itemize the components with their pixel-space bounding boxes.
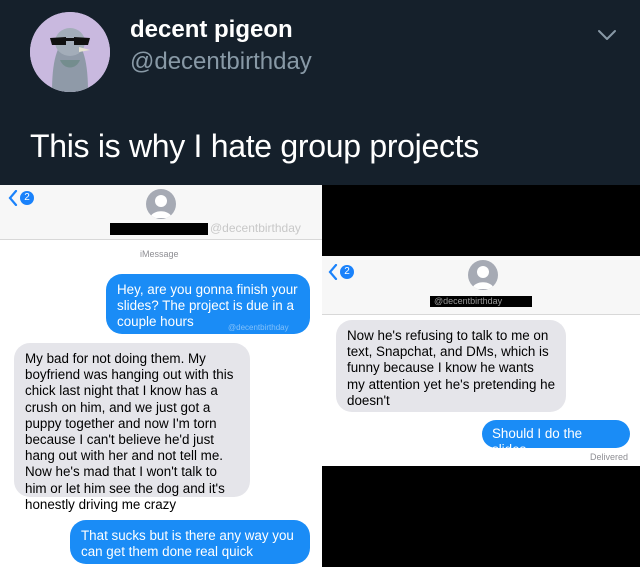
back-button[interactable]: 2 — [8, 190, 34, 206]
unread-badge: 2 — [340, 265, 354, 279]
tweet-text: This is why I hate group projects — [30, 128, 479, 164]
back-button[interactable]: 2 — [328, 264, 354, 280]
sent-message[interactable]: Should I do the slides — [482, 420, 630, 457]
pigeon-avatar-icon — [30, 12, 110, 92]
watermark: @decentbirthday — [210, 221, 301, 235]
contact-avatar[interactable] — [468, 260, 498, 290]
delivered-status: Delivered — [590, 452, 629, 462]
chevron-left-icon — [328, 264, 338, 280]
message-text: My bad for not doing them. My boyfriend … — [25, 351, 234, 512]
display-name[interactable]: decent pigeon — [130, 16, 293, 44]
conversation-header: 2 @decentbirthday — [322, 256, 640, 315]
watermark: @decentbirthday — [434, 296, 503, 306]
black-background — [322, 185, 640, 256]
contact-avatar[interactable] — [146, 189, 176, 219]
sent-message[interactable]: That sucks but is there any way you can … — [70, 520, 310, 564]
black-background — [322, 466, 640, 567]
chevron-left-icon — [8, 190, 18, 206]
user-handle[interactable]: @decentbirthday — [130, 48, 312, 76]
message-text: Should I do the slides — [492, 426, 583, 458]
right-message-screenshot: 2 @decentbirthday Now he's refusing to t… — [322, 256, 640, 466]
imessage-label: iMessage — [140, 249, 179, 259]
left-message-screenshot: 2 @decentbirthday iMessage Hey, are you … — [0, 185, 322, 567]
redacted-name — [110, 223, 208, 235]
conversation-header: 2 @decentbirthday — [0, 185, 322, 240]
received-message[interactable]: Now he's refusing to talk to me on text,… — [336, 320, 566, 412]
message-text: That sucks but is there any way you can … — [81, 528, 294, 560]
person-icon — [472, 266, 494, 289]
received-message[interactable]: My bad for not doing them. My boyfriend … — [14, 343, 250, 512]
person-icon — [150, 195, 172, 218]
message-text: Now he's refusing to talk to me on text,… — [347, 328, 556, 408]
avatar[interactable] — [30, 12, 110, 92]
watermark: @decentbirthday — [228, 323, 289, 332]
chevron-down-icon[interactable] — [596, 24, 618, 46]
unread-badge: 2 — [20, 191, 34, 205]
tweet-header: decent pigeon @decentbirthday This is wh… — [0, 0, 640, 185]
